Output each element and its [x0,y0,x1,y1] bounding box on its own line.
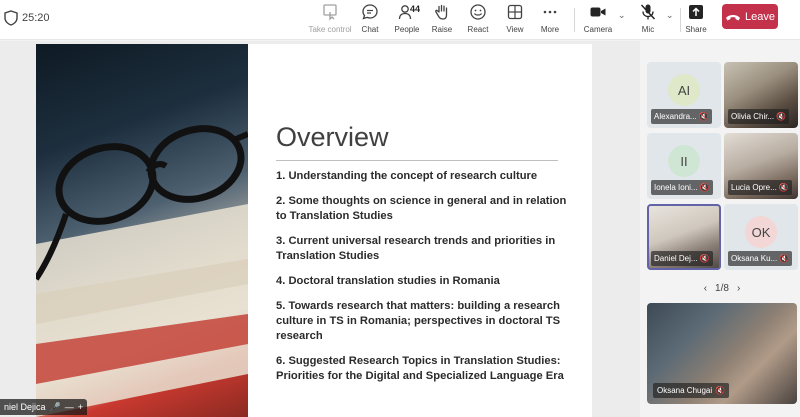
presenter-name-tag: niel Dejica 🎤 — + [0,399,88,415]
camera-icon [588,2,608,22]
mic-muted-icon: 🔇 [698,112,709,121]
react-button[interactable]: React [466,0,490,40]
meeting-timer: 25:20 [22,12,50,24]
chat-label: Chat [361,25,379,34]
mic-options-chevron-icon[interactable]: ⌄ [666,10,674,21]
participant-name: Olivia Chir... 🔇 [728,109,790,124]
chevron-right-icon[interactable]: › [737,283,740,294]
toolbar-divider [574,8,575,32]
zoom-in-icon[interactable]: + [78,402,83,412]
toolbar-divider [680,8,681,32]
mic-muted-icon: 🔇 [776,112,787,121]
participant-tile[interactable]: Olivia Chir... 🔇 [724,62,798,128]
mic-muted-icon [638,2,658,22]
slide-item: 3. Current universal research trends and… [276,235,556,262]
leave-label: Leave [745,10,775,23]
people-button[interactable]: 44 People [392,0,422,40]
camera-options-chevron-icon[interactable]: ⌄ [618,10,626,21]
view-label: View [506,25,524,34]
chevron-left-icon[interactable]: ‹ [704,283,707,294]
avatar: AI [668,74,700,106]
take-control-label: Take control [308,25,352,34]
camera-label: Camera [583,25,613,34]
slide-item: 2. Some thoughts on science in general a… [276,195,567,222]
chat-icon [360,2,380,22]
slide-bullet-list: 1. Understanding the concept of research… [276,169,576,394]
more-dots-icon [540,2,560,22]
mic-label: Mic [641,25,655,34]
participant-tile[interactable]: AI Alexandra... 🔇 [647,62,721,128]
slide-photo-glasses-on-books [36,44,248,417]
people-label: People [394,25,420,34]
leave-button[interactable]: Leave [722,4,778,29]
page-indicator: 1/8 [715,282,729,294]
participant-name: Oksana Ku... 🔇 [728,251,792,266]
title-divider [276,160,558,161]
view-button[interactable]: View [503,0,527,40]
participant-name: Ionela Ioni... 🔇 [651,180,713,195]
featured-participant-video[interactable]: Oksana Chugai 🔇 [647,303,797,404]
participant-name: Oksana Chugai 🔇 [653,383,730,398]
mic-muted-icon: 🔇 [699,183,710,192]
mic-muted-icon: 🔇 [779,254,790,263]
share-screen-icon [686,2,706,22]
more-label: More [540,25,560,34]
people-icon: 44 [397,2,421,22]
participant-tile-active-speaker[interactable]: Daniel Dej... 🔇 [647,204,721,270]
participant-name: Lucia Opre... 🔇 [728,180,792,195]
take-control-icon [320,2,340,22]
presenter-name: niel Dejica [4,402,46,412]
slide-item: 6. Suggested Research Topics in Translat… [276,355,564,382]
shield-icon [4,10,18,26]
participant-name: Alexandra... 🔇 [651,109,712,124]
hang-up-icon [726,14,740,20]
avatar: OK [745,216,777,248]
mic-muted-icon: 🔇 [699,254,710,263]
participant-name: Daniel Dej... 🔇 [651,251,713,266]
share-label: Share [685,25,707,34]
grid-view-icon [505,2,525,22]
mic-button[interactable]: Mic [636,0,660,40]
people-count-badge: 44 [410,4,421,14]
participant-gallery: AI Alexandra... 🔇 Olivia Chir... 🔇 II Ione… [640,41,800,417]
slide-item: 4. Doctoral translation studies in Roman… [276,275,500,287]
meeting-toolbar: 25:20 Take control Chat 44 People Raise … [0,0,800,40]
participant-tile[interactable]: OK Oksana Ku... 🔇 [724,204,798,270]
glasses-illustration [36,125,248,417]
react-label: React [467,25,489,34]
smiley-icon [468,2,488,22]
avatar: II [668,145,700,177]
participant-tile[interactable]: Lucia Opre... 🔇 [724,133,798,199]
zoom-out-icon[interactable]: — [65,402,74,412]
shared-content-stage: Overview 1. Understanding the concept of… [0,41,640,417]
gallery-pager: ‹ 1/8 › [682,281,762,295]
slide-item: 1. Understanding the concept of research… [276,170,538,182]
camera-button[interactable]: Camera [584,0,612,40]
more-button[interactable]: More [538,0,562,40]
share-button[interactable]: Share [684,0,708,40]
slide-title: Overview [276,122,389,152]
participant-tile[interactable]: II Ionela Ioni... 🔇 [647,133,721,199]
raise-hand-icon [432,2,452,22]
take-control-button[interactable]: Take control [308,0,352,40]
raise-hand-button[interactable]: Raise [430,0,454,40]
shared-slide: Overview 1. Understanding the concept of… [36,44,592,417]
slide-item: 5. Towards research that matters: buildi… [276,300,561,342]
mic-icon: 🎤 [49,401,61,412]
mic-muted-icon: 🔇 [778,183,789,192]
mic-muted-icon: 🔇 [715,386,726,395]
chat-button[interactable]: Chat [358,0,382,40]
raise-label: Raise [431,25,453,34]
